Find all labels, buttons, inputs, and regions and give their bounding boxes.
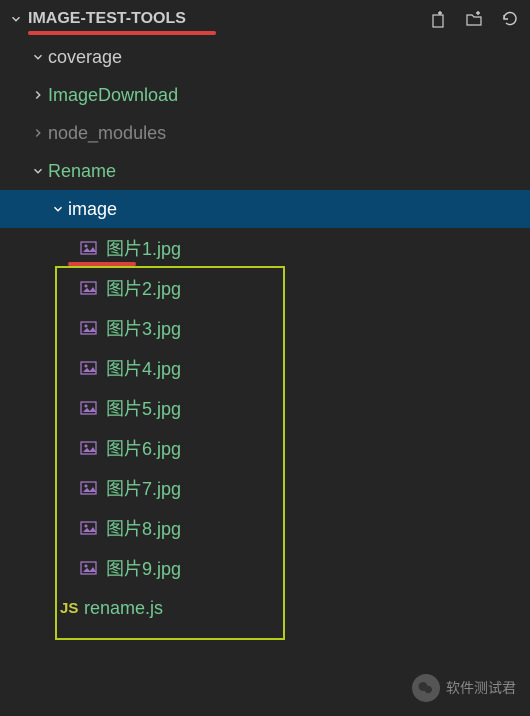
folder-label: coverage — [48, 47, 122, 68]
chevron-down-icon — [28, 50, 48, 64]
chevron-right-icon — [28, 126, 48, 140]
file-label: rename.js — [84, 598, 163, 619]
file-image-item[interactable]: 图片7.jpg — [0, 468, 530, 508]
file-image-item[interactable]: 图片8.jpg — [0, 508, 530, 548]
image-file-icon — [80, 479, 98, 497]
file-image-item[interactable]: 图片2.jpg — [0, 268, 530, 308]
js-file-icon: JS — [60, 600, 84, 617]
folder-coverage[interactable]: coverage — [0, 38, 530, 76]
project-title: IMAGE-TEST-TOOLS — [28, 10, 186, 28]
image-file-icon — [80, 359, 98, 377]
image-file-icon — [80, 279, 98, 297]
image-file-icon — [80, 519, 98, 537]
watermark: 软件测试君 — [412, 674, 516, 702]
file-label: 图片1.jpg — [106, 235, 181, 261]
folder-rename[interactable]: Rename — [0, 152, 530, 190]
file-label: 图片8.jpg — [106, 515, 181, 541]
folder-label: image — [68, 199, 117, 220]
header-actions — [426, 7, 522, 31]
new-file-icon[interactable] — [426, 7, 450, 31]
file-image-item[interactable]: 图片3.jpg — [0, 308, 530, 348]
chevron-down-icon — [28, 164, 48, 178]
new-folder-icon[interactable] — [462, 7, 486, 31]
file-label: 图片4.jpg — [106, 355, 181, 381]
file-image-item[interactable]: 图片5.jpg — [0, 388, 530, 428]
file-rename-js[interactable]: JS rename.js — [0, 588, 530, 628]
file-label: 图片6.jpg — [106, 435, 181, 461]
image-file-icon — [80, 439, 98, 457]
file-label: 图片2.jpg — [106, 275, 181, 301]
file-explorer: IMAGE-TEST-TOOLS coverage ImageDownload — [0, 0, 530, 716]
file-image-item[interactable]: 图片9.jpg — [0, 548, 530, 588]
folder-image[interactable]: image — [0, 190, 530, 228]
chevron-down-icon[interactable] — [6, 12, 26, 26]
folder-label: Rename — [48, 161, 116, 182]
folder-label: node_modules — [48, 123, 166, 144]
file-label: 图片9.jpg — [106, 555, 181, 581]
image-file-icon — [80, 319, 98, 337]
files-list: 图片1.jpg 图片2.jpg 图片3.jpg 图片4.jpg 图片5.jpg 图片6.j… — [0, 228, 530, 588]
image-file-icon — [80, 559, 98, 577]
file-label: 图片3.jpg — [106, 315, 181, 341]
folder-image-download[interactable]: ImageDownload — [0, 76, 530, 114]
file-image-item[interactable]: 图片4.jpg — [0, 348, 530, 388]
wechat-icon — [412, 674, 440, 702]
folder-node-modules[interactable]: node_modules — [0, 114, 530, 152]
file-image-item[interactable]: 图片6.jpg — [0, 428, 530, 468]
image-file-icon — [80, 399, 98, 417]
chevron-down-icon — [48, 202, 68, 216]
folder-label: ImageDownload — [48, 85, 178, 106]
file-label: 图片5.jpg — [106, 395, 181, 421]
image-file-icon — [80, 239, 98, 257]
annotation-underline — [28, 31, 216, 35]
file-label: 图片7.jpg — [106, 475, 181, 501]
annotation-underline — [68, 262, 136, 266]
watermark-text: 软件测试君 — [446, 678, 516, 698]
chevron-right-icon — [28, 88, 48, 102]
refresh-icon[interactable] — [498, 7, 522, 31]
